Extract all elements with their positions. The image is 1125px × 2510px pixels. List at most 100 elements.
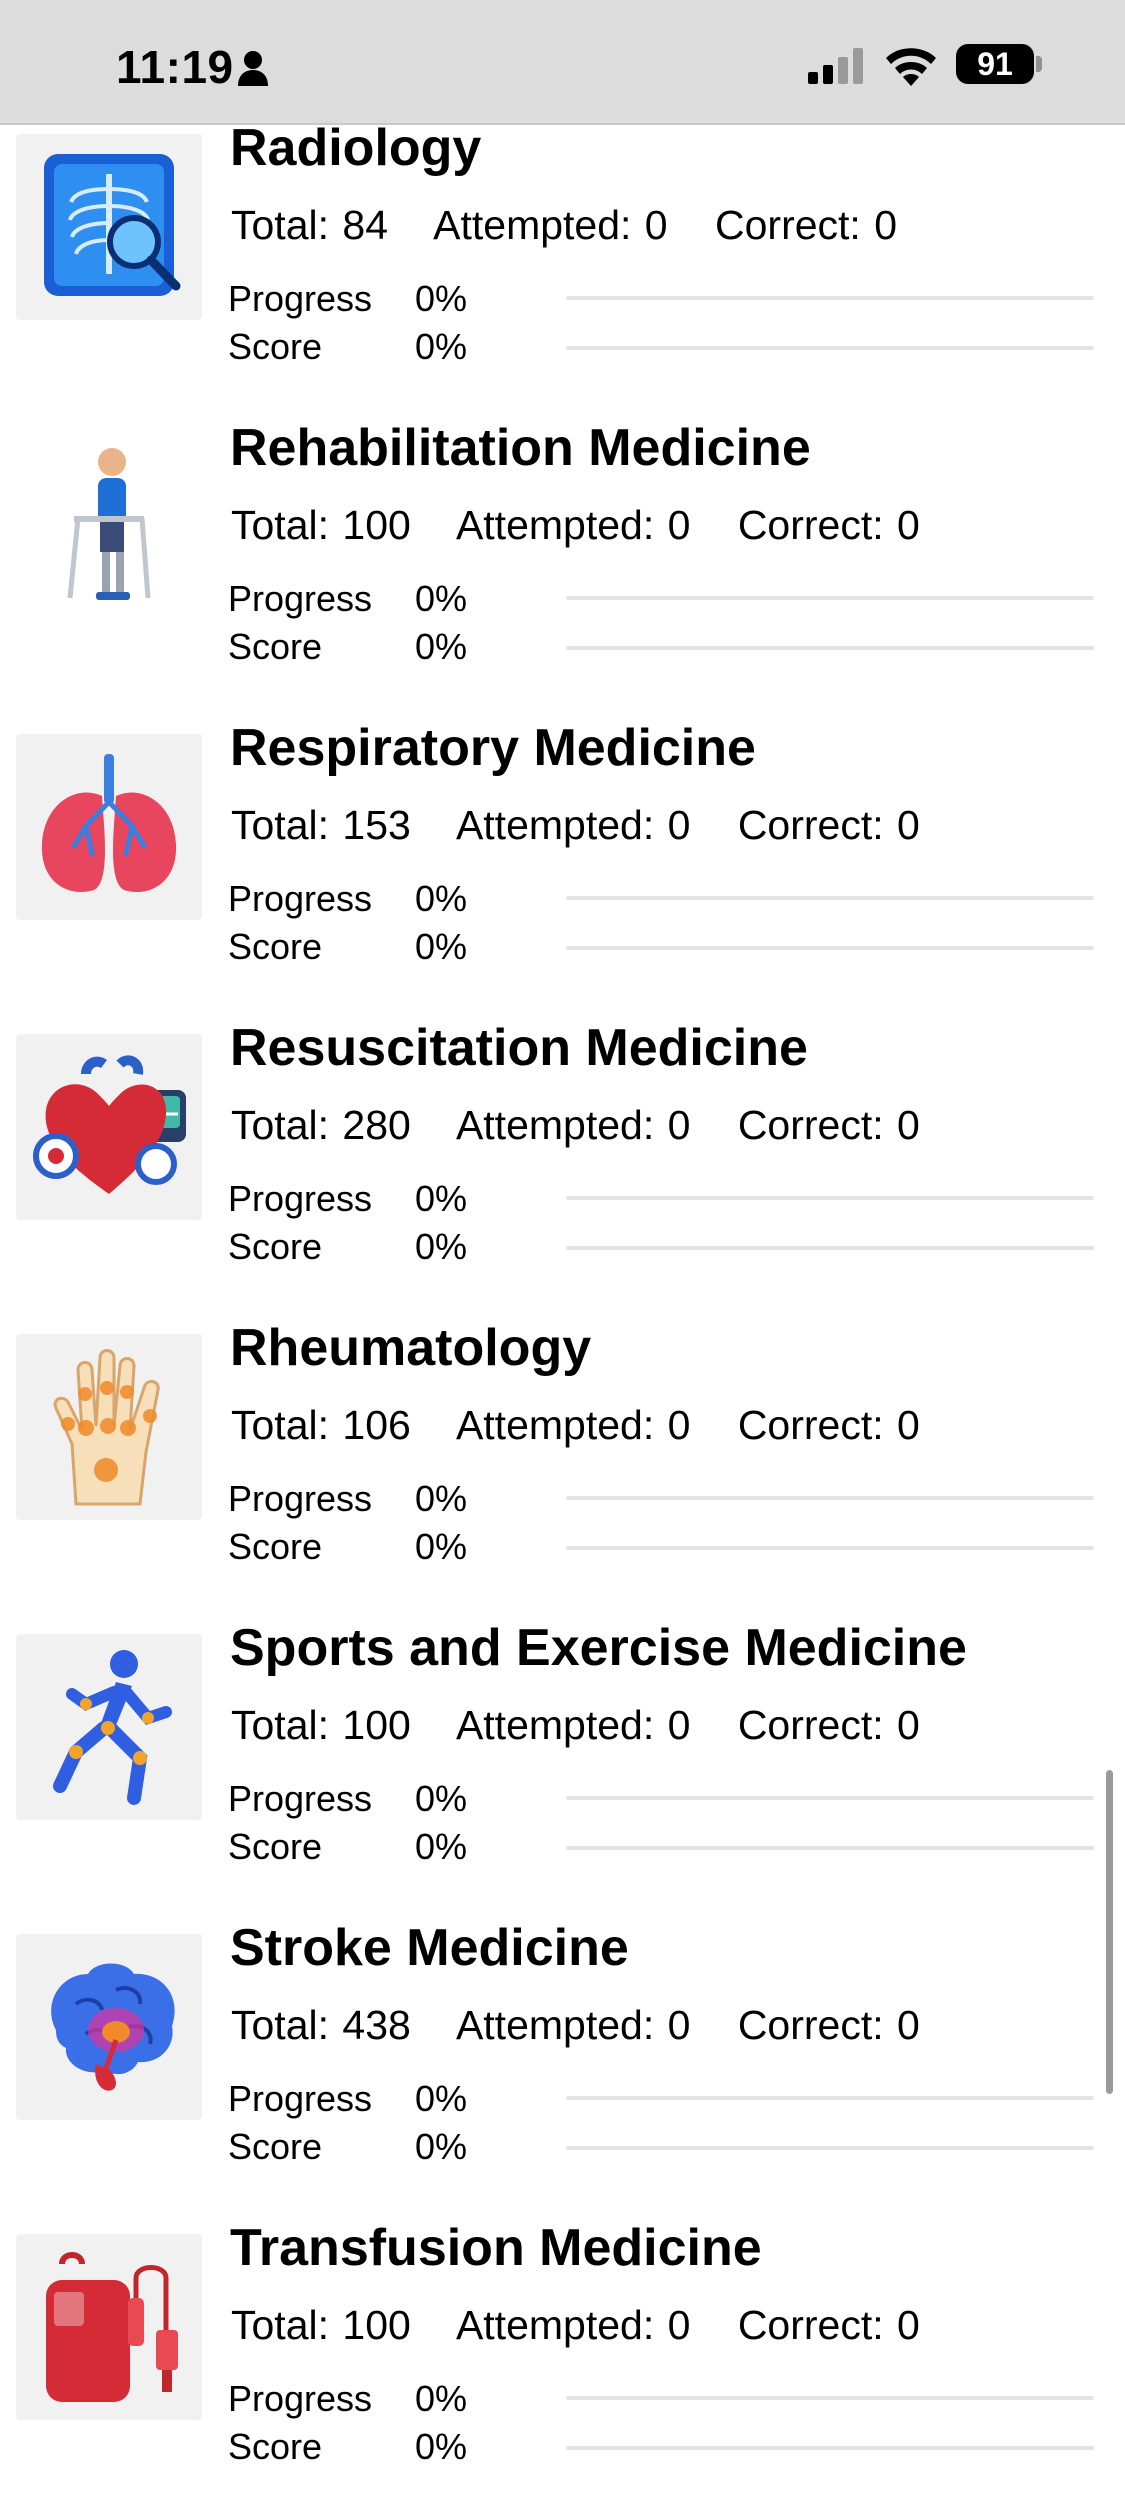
xray-chest-magnifier-icon (16, 134, 202, 320)
item-stats: Total: 84 Attempted: 0 Correct: 0 (231, 202, 931, 249)
score-label: Score (228, 326, 323, 367)
progress-percent: 0% (415, 1478, 468, 1519)
total-count: Total: 84 (231, 202, 388, 248)
score-bar (566, 1846, 1094, 1850)
score-bar (566, 646, 1094, 650)
attempted-count: Attempted: 0 (455, 802, 691, 848)
item-stats: Total: 100 Attempted: 0 Correct: 0 (231, 502, 954, 549)
heart-defibrillator-icon (16, 1034, 202, 1220)
progress-label: Progress (228, 1478, 373, 1519)
list-item[interactable]: Transfusion Medicine Total: 100 Attempte… (0, 2210, 1125, 2510)
score-bar (566, 346, 1094, 350)
cellular-signal-icon (808, 48, 863, 84)
list-item[interactable]: Rheumatology Total: 106 Attempted: 0 Cor… (0, 1310, 1125, 1610)
score-label: Score (228, 1526, 323, 1567)
attempted-count: Attempted: 0 (455, 1402, 691, 1448)
total-count: Total: 100 (231, 2302, 411, 2348)
correct-count: Correct: 0 (737, 802, 920, 848)
progress-percent: 0% (415, 2078, 468, 2119)
progress-bar (566, 1796, 1094, 1800)
item-title: Respiratory Medicine (230, 719, 756, 777)
item-title: Rehabilitation Medicine (230, 419, 811, 477)
progress-percent: 0% (415, 278, 468, 319)
score-bar (566, 1246, 1094, 1250)
attempted-count: Attempted: 0 (455, 502, 691, 548)
person-icon (238, 51, 268, 86)
score-percent: 0% (415, 2426, 468, 2467)
list-item[interactable]: Resuscitation Medicine Total: 280 Attemp… (0, 1010, 1125, 1310)
list-item[interactable]: Stroke Medicine Total: 438 Attempted: 0 … (0, 1910, 1125, 2210)
runner-icon (16, 1634, 202, 1820)
progress-bar (566, 1496, 1094, 1500)
item-title: Resuscitation Medicine (230, 1019, 808, 1077)
progress-label: Progress (228, 1778, 373, 1819)
wifi-icon (886, 48, 936, 86)
score-label: Score (228, 926, 323, 967)
total-count: Total: 438 (231, 2002, 411, 2048)
walker-rehab-icon (16, 434, 202, 620)
total-count: Total: 153 (231, 802, 411, 848)
item-title: Transfusion Medicine (230, 2219, 762, 2277)
item-title: Sports and Exercise Medicine (230, 1619, 967, 1677)
battery-indicator: 91 (956, 44, 1034, 84)
progress-bar (566, 1196, 1094, 1200)
lungs-icon (16, 734, 202, 920)
score-bar (566, 1546, 1094, 1550)
progress-label: Progress (228, 278, 373, 319)
total-count: Total: 100 (231, 1702, 411, 1748)
correct-count: Correct: 0 (715, 202, 898, 248)
score-bar (566, 2446, 1094, 2450)
total-count: Total: 106 (231, 1402, 411, 1448)
progress-label: Progress (228, 2378, 373, 2419)
battery-cap (1036, 56, 1042, 72)
brain-icon (16, 1934, 202, 2120)
list-item[interactable]: Rehabilitation Medicine Total: 100 Attem… (0, 410, 1125, 710)
progress-bar (566, 596, 1094, 600)
total-count: Total: 100 (231, 502, 411, 548)
progress-percent: 0% (415, 2378, 468, 2419)
score-label: Score (228, 2426, 323, 2467)
correct-count: Correct: 0 (737, 2002, 920, 2048)
progress-bar (566, 296, 1094, 300)
item-title: Stroke Medicine (230, 1919, 629, 1977)
progress-label: Progress (228, 878, 373, 919)
score-percent: 0% (415, 1226, 468, 1267)
attempted-count: Attempted: 0 (455, 2002, 691, 2048)
correct-count: Correct: 0 (737, 1702, 920, 1748)
score-percent: 0% (415, 1526, 468, 1567)
item-stats: Total: 280 Attempted: 0 Correct: 0 (231, 1102, 954, 1149)
progress-percent: 0% (415, 878, 468, 919)
item-stats: Total: 106 Attempted: 0 Correct: 0 (231, 1402, 954, 1449)
progress-bar (566, 2096, 1094, 2100)
item-stats: Total: 153 Attempted: 0 Correct: 0 (231, 802, 954, 849)
item-stats: Total: 100 Attempted: 0 Correct: 0 (231, 1702, 954, 1749)
progress-bar (566, 2396, 1094, 2400)
score-label: Score (228, 1226, 323, 1267)
item-stats: Total: 100 Attempted: 0 Correct: 0 (231, 2302, 954, 2349)
status-bar: 11:19 91 (0, 0, 1125, 125)
progress-label: Progress (228, 2078, 373, 2119)
blood-bag-icon (16, 2234, 202, 2420)
score-label: Score (228, 2126, 323, 2167)
item-title: Radiology (230, 119, 482, 177)
status-time: 11:19 (116, 41, 234, 93)
score-label: Score (228, 1826, 323, 1867)
list-item[interactable]: Sports and Exercise Medicine Total: 100 … (0, 1610, 1125, 1910)
list-item[interactable]: Radiology Total: 84 Attempted: 0 Correct… (0, 110, 1125, 410)
correct-count: Correct: 0 (737, 1102, 920, 1148)
progress-percent: 0% (415, 578, 468, 619)
correct-count: Correct: 0 (737, 2302, 920, 2348)
score-bar (566, 2146, 1094, 2150)
progress-percent: 0% (415, 1778, 468, 1819)
score-label: Score (228, 626, 323, 667)
score-percent: 0% (415, 1826, 468, 1867)
score-percent: 0% (415, 626, 468, 667)
scrollbar[interactable] (1106, 1770, 1113, 2094)
progress-label: Progress (228, 1178, 373, 1219)
progress-bar (566, 896, 1094, 900)
list-item[interactable]: Respiratory Medicine Total: 153 Attempte… (0, 710, 1125, 1010)
item-stats: Total: 438 Attempted: 0 Correct: 0 (231, 2002, 954, 2049)
item-title: Rheumatology (230, 1319, 592, 1377)
total-count: Total: 280 (231, 1102, 411, 1148)
attempted-count: Attempted: 0 (433, 202, 668, 248)
